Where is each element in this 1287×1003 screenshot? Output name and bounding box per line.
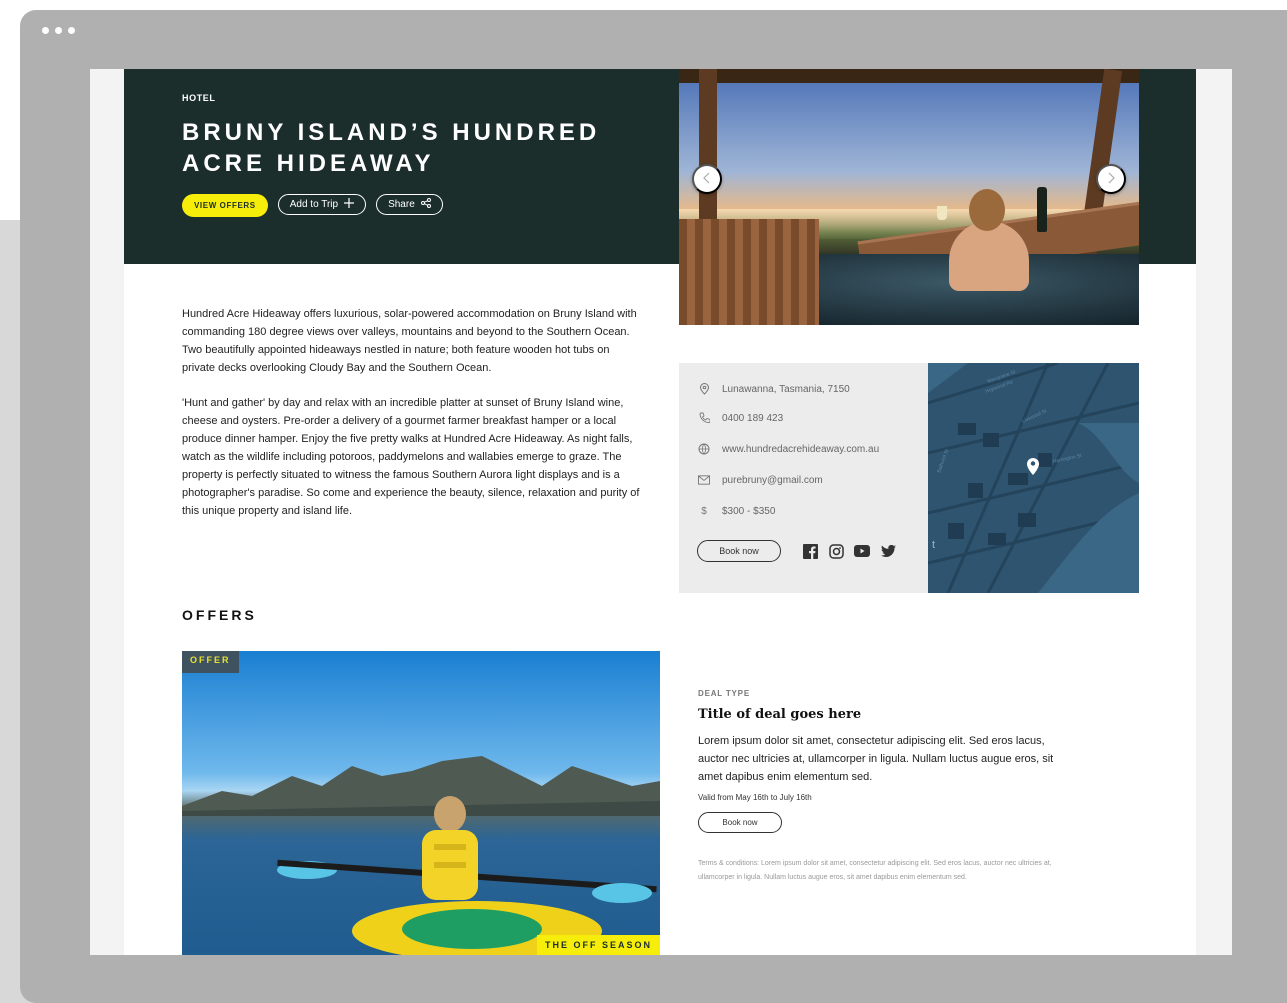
photo-kayaker [422, 796, 478, 900]
deal-validity: Valid from May 16th to July 16th [698, 793, 812, 802]
photo-wine-glass [937, 206, 947, 220]
website-row: www.hundredacrehideaway.com.au [698, 443, 879, 455]
photo-person [949, 221, 1029, 291]
deal-book-now-button[interactable]: Book now [698, 812, 782, 833]
location-pin-icon [698, 383, 710, 395]
price-text: $300 - $350 [722, 505, 776, 517]
map-street-label: Harrington St [1052, 453, 1083, 465]
mail-icon [698, 474, 710, 486]
description-paragraph: Hundred Acre Hideaway offers luxurious, … [182, 308, 637, 374]
globe-icon [698, 443, 710, 455]
description-paragraph: 'Hunt and gather' by day and relax with … [182, 397, 640, 517]
youtube-icon[interactable] [854, 543, 870, 559]
listing-page: HOTEL BRUNY ISLAND’S HUNDRED ACRE HIDEAW… [124, 69, 1196, 955]
window-dot[interactable] [42, 27, 49, 34]
window-dot[interactable] [55, 27, 62, 34]
hero-actions: VIEW OFFERS Add to Trip Share [182, 194, 443, 217]
contact-card: Lunawanna, Tasmania, 7150 0400 189 423 w… [679, 363, 928, 593]
location-map[interactable]: Hopwood Rd Liverpool St Bathurst St Harr… [928, 363, 1139, 593]
email-link[interactable]: purebruny@gmail.com [722, 475, 823, 486]
book-now-button[interactable]: Book now [697, 540, 781, 562]
share-icon [420, 198, 431, 211]
chevron-right-icon [1107, 171, 1115, 187]
dollar-icon: $ [701, 505, 707, 517]
address-row: Lunawanna, Tasmania, 7150 [698, 383, 850, 395]
social-links [802, 543, 896, 559]
phone-text[interactable]: 0400 189 423 [722, 413, 783, 424]
season-tag: THE OFF SEASON [536, 935, 660, 955]
photo-roof [679, 69, 1139, 83]
carousel-next-button[interactable] [1096, 164, 1126, 194]
view-offers-button[interactable]: VIEW OFFERS [182, 194, 268, 217]
hero-photo-carousel[interactable] [679, 69, 1139, 325]
photo-tub-wall [679, 219, 819, 325]
offer-badge: OFFER [182, 651, 239, 673]
email-row: purebruny@gmail.com [698, 474, 823, 486]
carousel-prev-button[interactable] [692, 164, 722, 194]
map-edge-letter: t [932, 539, 935, 551]
listing-category: HOTEL [182, 93, 216, 103]
deal-details: DEAL TYPE Title of deal goes here Lorem … [698, 689, 1078, 885]
instagram-icon[interactable] [828, 543, 844, 559]
phone-row: 0400 189 423 [698, 412, 783, 424]
deal-type: DEAL TYPE [698, 689, 750, 698]
listing-description: Hundred Acre Hideaway offers luxurious, … [182, 305, 644, 537]
offers-heading: OFFERS [182, 607, 257, 623]
chevron-left-icon [703, 171, 711, 187]
browser-viewport: HOTEL BRUNY ISLAND’S HUNDRED ACRE HIDEAW… [90, 69, 1232, 955]
plus-icon [344, 198, 355, 211]
price-row: $ $300 - $350 [698, 505, 775, 517]
deal-title: Title of deal goes here [698, 707, 862, 722]
share-button[interactable]: Share [376, 194, 443, 215]
add-to-trip-button[interactable]: Add to Trip [277, 194, 367, 215]
deal-terms: Terms & conditions: Lorem ipsum dolor si… [698, 860, 1052, 881]
background-top-left [0, 0, 20, 220]
twitter-icon[interactable] [880, 543, 896, 559]
map-marker-icon[interactable] [1026, 457, 1040, 480]
add-to-trip-label: Add to Trip [289, 199, 339, 210]
offer-image[interactable]: OFFER THE OFF SEASON [182, 651, 660, 955]
photo-person-head [969, 189, 1005, 231]
facebook-icon[interactable] [802, 543, 818, 559]
photo-paddle-blade [592, 883, 652, 903]
page-title: BRUNY ISLAND’S HUNDRED ACRE HIDEAWAY [182, 119, 601, 177]
website-link[interactable]: www.hundredacrehideaway.com.au [722, 444, 879, 455]
photo-wine-bottle [1037, 187, 1047, 232]
share-label: Share [388, 199, 415, 210]
phone-icon [698, 412, 710, 424]
window-dot[interactable] [68, 27, 75, 34]
deal-description: Lorem ipsum dolor sit amet, consectetur … [698, 735, 1054, 783]
window-controls [42, 27, 75, 34]
address-text: Lunawanna, Tasmania, 7150 [722, 383, 850, 395]
